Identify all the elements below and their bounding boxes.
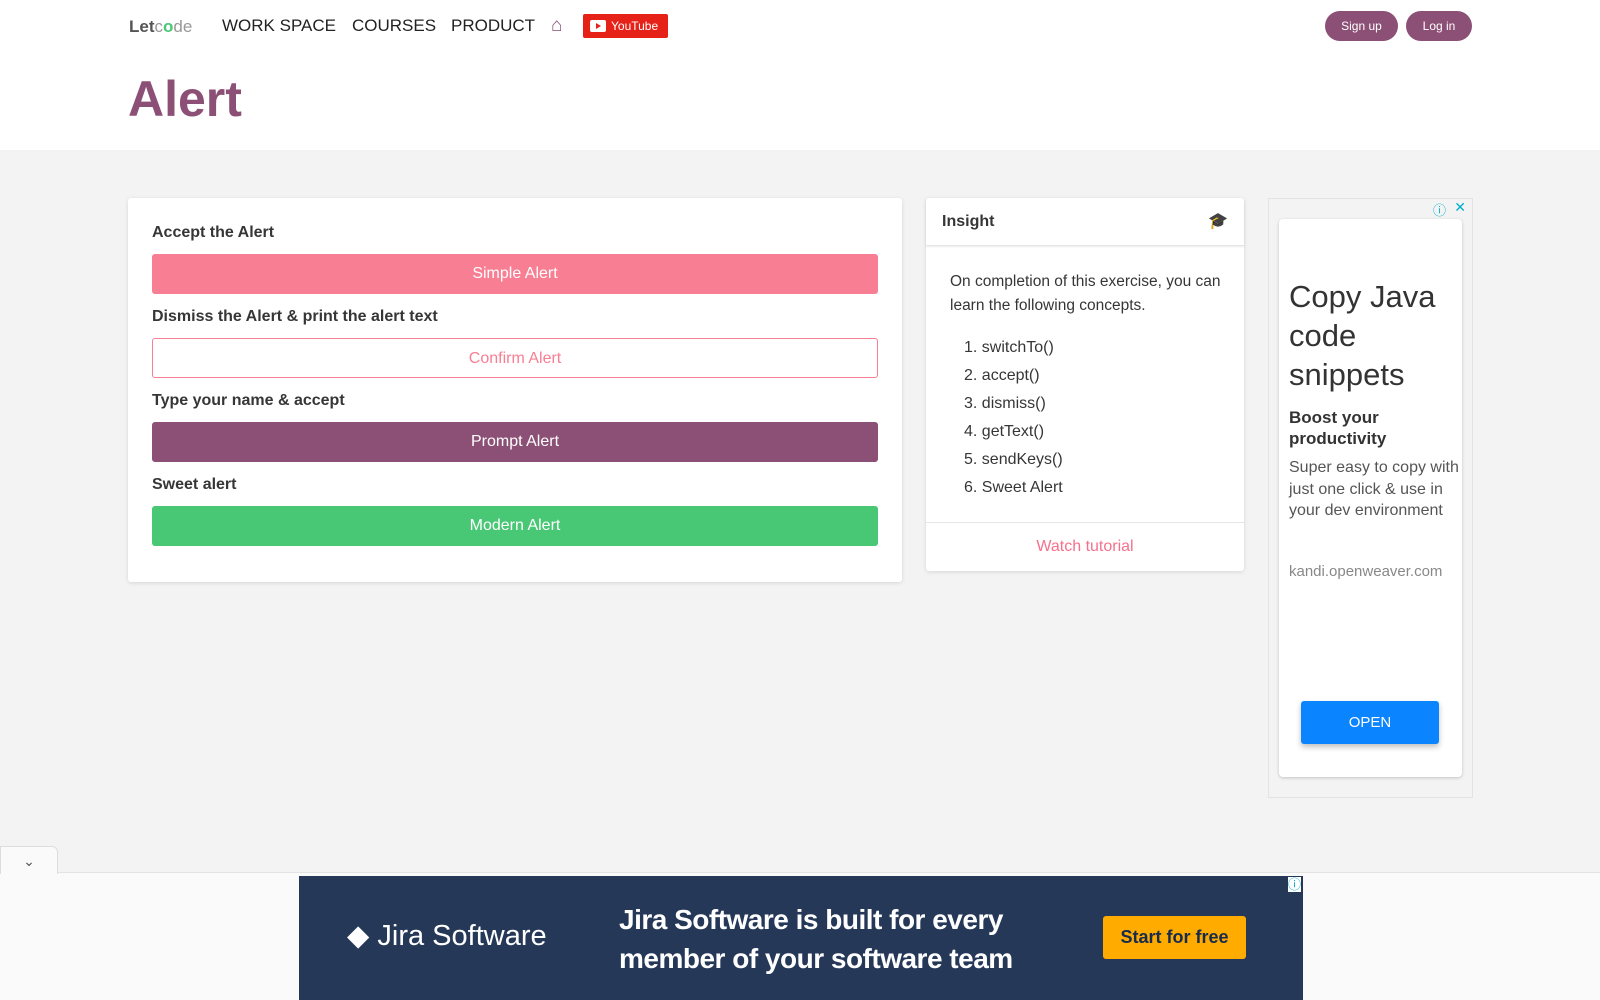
graduation-cap-icon: 🎓 xyxy=(1208,213,1228,230)
nav-product[interactable]: PRODUCT xyxy=(451,16,535,36)
ad-body: Super easy to copy with just one click &… xyxy=(1289,459,1459,519)
list-item: 1. switchTo() xyxy=(964,339,1054,356)
signup-button[interactable]: Sign up xyxy=(1325,11,1398,41)
list-item: 2. accept() xyxy=(964,367,1040,384)
ad-info-icon[interactable]: ⓘ xyxy=(1433,200,1446,219)
concept-list: 1. switchTo() 2. accept() 3. dismiss() 4… xyxy=(964,334,1063,502)
ad-info-icon[interactable]: ⓘ xyxy=(1287,877,1301,892)
youtube-label: YouTube xyxy=(611,19,659,33)
insight-card: Insight 🎓 On completion of this exercise,… xyxy=(926,198,1244,571)
collapse-ad-tab[interactable]: ⌄ xyxy=(0,846,58,874)
label-dismiss: Dismiss the Alert & print the alert text xyxy=(152,308,438,325)
nav-workspace[interactable]: WORK SPACE xyxy=(222,16,336,36)
nav-courses[interactable]: COURSES xyxy=(352,16,436,36)
insight-text: On completion of this exercise, you can … xyxy=(950,273,1221,314)
modern-alert-button[interactable]: Modern Alert xyxy=(152,506,878,546)
label-prompt: Type your name & accept xyxy=(152,392,345,409)
watch-tutorial-link[interactable]: Watch tutorial xyxy=(926,522,1244,570)
logo[interactable]: Letcode xyxy=(129,17,192,37)
ad-open-button[interactable]: OPEN xyxy=(1301,701,1439,744)
list-item: 3. dismiss() xyxy=(964,395,1046,412)
jira-logo: ◆ Jira Software xyxy=(347,918,547,953)
youtube-button[interactable]: YouTube xyxy=(583,14,668,38)
alerts-card: Accept the Alert Simple Alert Dismiss th… xyxy=(128,198,902,582)
simple-alert-button[interactable]: Simple Alert xyxy=(152,254,878,294)
header: Letcode WORK SPACE COURSES PRODUCT ⌂ You… xyxy=(0,0,1600,150)
label-sweet: Sweet alert xyxy=(152,476,237,493)
insight-header: Insight 🎓 xyxy=(926,198,1244,246)
insight-title: Insight xyxy=(942,213,995,230)
list-item: 6. Sweet Alert xyxy=(964,479,1063,496)
side-ad-content[interactable]: Copy Java code snippets Boost your produ… xyxy=(1279,219,1462,777)
page-title: Alert xyxy=(128,71,242,127)
jira-brand: Jira Software xyxy=(377,920,547,952)
side-ad: ⓘ ✕ Copy Java code snippets Boost your p… xyxy=(1268,198,1473,798)
ad-headline: Copy Java code snippets xyxy=(1289,279,1436,392)
ad-subheadline: Boost your productivity xyxy=(1289,408,1387,448)
ad-close-icon[interactable]: ✕ xyxy=(1454,199,1466,216)
play-icon xyxy=(590,20,606,32)
confirm-alert-button[interactable]: Confirm Alert xyxy=(152,338,878,378)
list-item: 4. getText() xyxy=(964,423,1045,440)
ad-domain: kandi.openweaver.com xyxy=(1289,563,1443,580)
chevron-down-icon: ⌄ xyxy=(23,853,35,869)
label-accept: Accept the Alert xyxy=(152,224,275,241)
start-for-free-button[interactable]: Start for free xyxy=(1103,916,1246,959)
login-button[interactable]: Log in xyxy=(1406,11,1472,41)
jira-headline: Jira Software is built for every member … xyxy=(619,904,1013,974)
prompt-alert-button[interactable]: Prompt Alert xyxy=(152,422,878,462)
list-item: 5. sendKeys() xyxy=(964,451,1063,468)
home-icon[interactable]: ⌂ xyxy=(551,15,562,37)
jira-diamond-icon: ◆ xyxy=(347,920,370,952)
bottom-ad[interactable]: ⓘ ◆ Jira Software Jira Software is built… xyxy=(299,876,1303,1000)
